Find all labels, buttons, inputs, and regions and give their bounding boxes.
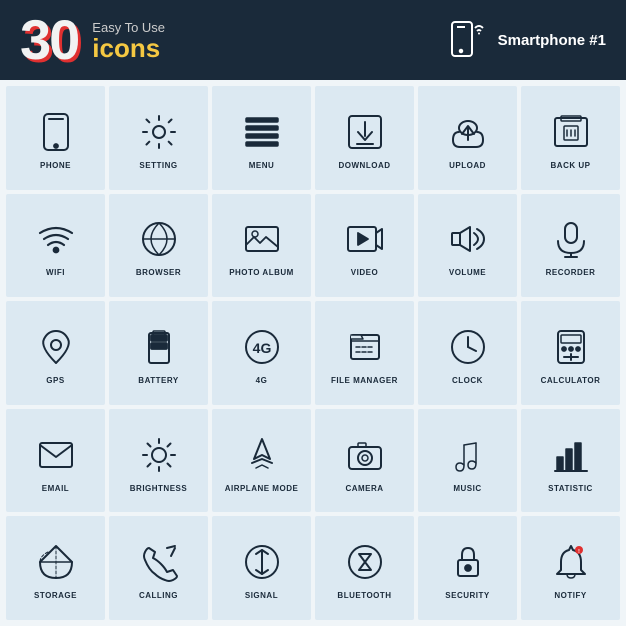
- icon-cell-setting[interactable]: SETTING: [109, 86, 208, 190]
- icon-cell-gps[interactable]: GPS: [6, 301, 105, 405]
- bluetooth-icon: [341, 538, 389, 586]
- clock-label: CLOCK: [452, 376, 483, 385]
- gps-icon: [32, 323, 80, 371]
- upload-icon: [444, 108, 492, 156]
- icon-cell-4g[interactable]: 4G 4G: [212, 301, 311, 405]
- email-icon: [32, 431, 80, 479]
- signal-label: SIGNAL: [245, 591, 278, 600]
- 4g-label: 4G: [256, 376, 268, 385]
- icon-cell-statistic[interactable]: STATISTIC: [521, 409, 620, 513]
- icon-cell-video[interactable]: VIDEO: [315, 194, 414, 298]
- clock-icon: [444, 323, 492, 371]
- download-label: DOWNLOAD: [339, 161, 391, 170]
- header: 30 Easy To Use icons Smartphone #1: [0, 0, 626, 80]
- icon-cell-airplane-mode[interactable]: AIRPLANE MODE: [212, 409, 311, 513]
- menu-label: MENU: [249, 161, 275, 170]
- brightness-label: BRIGHTNESS: [130, 484, 187, 493]
- icon-cell-backup[interactable]: BACK UP: [521, 86, 620, 190]
- phone-icon: [32, 108, 80, 156]
- icon-cell-wifi[interactable]: WIFI: [6, 194, 105, 298]
- icon-cell-battery[interactable]: BATTERY: [109, 301, 208, 405]
- 4g-icon: 4G: [238, 323, 286, 371]
- storage-icon: [32, 538, 80, 586]
- icon-cell-security[interactable]: SECURITY: [418, 516, 517, 620]
- security-label: SECURITY: [445, 591, 489, 600]
- wifi-label: WIFI: [46, 268, 65, 277]
- upload-label: UPLOAD: [449, 161, 486, 170]
- menu-icon: [238, 108, 286, 156]
- signal-icon: [238, 538, 286, 586]
- phone-label: PHONE: [40, 161, 71, 170]
- brightness-icon: [135, 431, 183, 479]
- icon-cell-bluetooth[interactable]: BLUETOOTH: [315, 516, 414, 620]
- video-icon: [341, 215, 389, 263]
- security-icon: [444, 538, 492, 586]
- icon-cell-calling[interactable]: CALLING: [109, 516, 208, 620]
- icon-cell-signal[interactable]: SIGNAL: [212, 516, 311, 620]
- backup-label: BACK UP: [551, 161, 591, 170]
- icon-cell-volume[interactable]: VOLUME: [418, 194, 517, 298]
- music-icon: [444, 431, 492, 479]
- music-label: MUSIC: [453, 484, 481, 493]
- wifi-icon: [32, 215, 80, 263]
- airplane-mode-icon: [238, 431, 286, 479]
- icon-cell-calculator[interactable]: CALCULATOR: [521, 301, 620, 405]
- calling-label: CALLING: [139, 591, 178, 600]
- recorder-icon: [547, 215, 595, 263]
- icon-cell-menu[interactable]: MENU: [212, 86, 311, 190]
- email-label: EMAIL: [42, 484, 69, 493]
- icon-cell-clock[interactable]: CLOCK: [418, 301, 517, 405]
- icon-cell-storage[interactable]: STORAGE: [6, 516, 105, 620]
- notify-label: NOTIFY: [554, 591, 586, 600]
- bluetooth-label: BLUETOOTH: [337, 591, 391, 600]
- icon-cell-browser[interactable]: BROWSER: [109, 194, 208, 298]
- browser-label: BROWSER: [136, 268, 181, 277]
- airplane-mode-label: AIRPLANE MODE: [225, 484, 299, 493]
- recorder-label: RECORDER: [546, 268, 596, 277]
- icon-cell-phone[interactable]: PHONE: [6, 86, 105, 190]
- notify-icon: !: [547, 538, 595, 586]
- volume-label: VOLUME: [449, 268, 486, 277]
- storage-label: STORAGE: [34, 591, 77, 600]
- volume-icon: [444, 215, 492, 263]
- setting-icon: [135, 108, 183, 156]
- svg-text:4G: 4G: [252, 340, 271, 356]
- calling-icon: [135, 538, 183, 586]
- icons-label: icons: [92, 35, 165, 61]
- file-manager-label: FILE MANAGER: [331, 376, 398, 385]
- icon-cell-recorder[interactable]: RECORDER: [521, 194, 620, 298]
- download-icon: [341, 108, 389, 156]
- gps-label: GPS: [46, 376, 64, 385]
- photo-album-label: PHOTO ALBUM: [229, 268, 294, 277]
- file-manager-icon: [341, 323, 389, 371]
- brand-label: Smartphone #1: [498, 32, 606, 49]
- icon-grid: PHONE SETTING MENU DOWNLOAD UPLOAD: [0, 80, 626, 626]
- icon-cell-notify[interactable]: ! NOTIFY: [521, 516, 620, 620]
- camera-label: CAMERA: [345, 484, 383, 493]
- setting-label: SETTING: [139, 161, 177, 170]
- browser-icon: [135, 215, 183, 263]
- photo-album-icon: [238, 215, 286, 263]
- calculator-icon: [547, 323, 595, 371]
- statistic-icon: [547, 431, 595, 479]
- icon-cell-upload[interactable]: UPLOAD: [418, 86, 517, 190]
- icon-cell-brightness[interactable]: BRIGHTNESS: [109, 409, 208, 513]
- camera-icon: [341, 431, 389, 479]
- smartphone-header-icon: [444, 18, 488, 62]
- icon-cell-email[interactable]: EMAIL: [6, 409, 105, 513]
- video-label: VIDEO: [351, 268, 378, 277]
- number-display: 30: [20, 12, 78, 68]
- battery-icon: [135, 323, 183, 371]
- icon-cell-download[interactable]: DOWNLOAD: [315, 86, 414, 190]
- icon-cell-music[interactable]: MUSIC: [418, 409, 517, 513]
- icon-cell-camera[interactable]: CAMERA: [315, 409, 414, 513]
- icon-cell-photo-album[interactable]: PHOTO ALBUM: [212, 194, 311, 298]
- battery-label: BATTERY: [138, 376, 178, 385]
- calculator-label: CALCULATOR: [541, 376, 601, 385]
- statistic-label: STATISTIC: [548, 484, 593, 493]
- backup-icon: [547, 108, 595, 156]
- icon-cell-file-manager[interactable]: FILE MANAGER: [315, 301, 414, 405]
